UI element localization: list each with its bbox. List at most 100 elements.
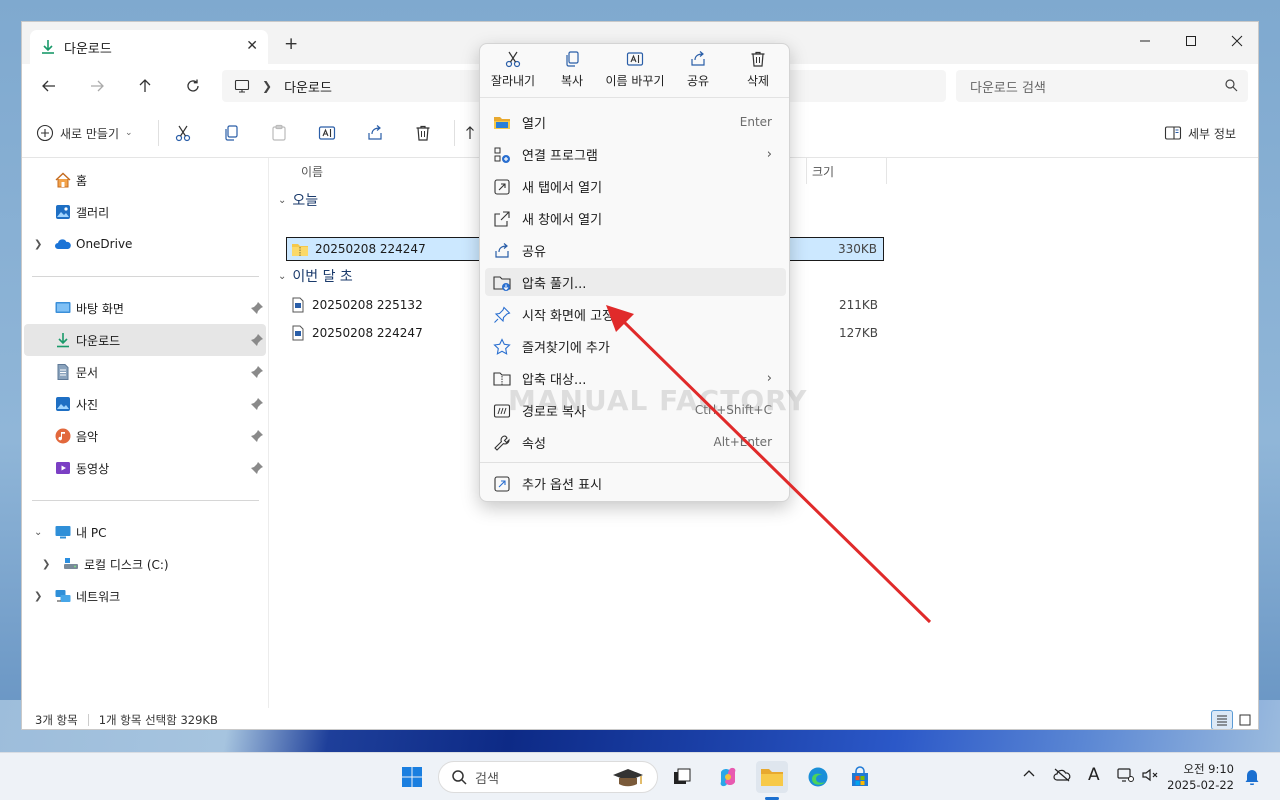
rename-button[interactable] (318, 120, 336, 146)
sidebar-item-documents[interactable]: 문서 (24, 356, 266, 388)
sidebar-item-desktop[interactable]: 바탕 화면 (24, 292, 266, 324)
menu-item-share[interactable]: 공유 (485, 236, 786, 264)
back-button[interactable] (34, 72, 64, 100)
copilot-button[interactable] (712, 761, 744, 793)
file-size: 330KB (837, 242, 877, 256)
network-status-icon[interactable] (1116, 767, 1134, 787)
maximize-button[interactable] (1168, 26, 1214, 56)
pin-icon[interactable] (250, 397, 264, 411)
forward-button[interactable] (82, 72, 112, 100)
tab-downloads[interactable]: 다운로드 ✕ (30, 30, 268, 64)
network-icon (55, 590, 71, 602)
delete-button[interactable]: 삭제 (728, 50, 788, 96)
pin-icon[interactable] (250, 429, 264, 443)
sidebar-item-gallery[interactable]: 갤러리 (24, 196, 266, 228)
menu-item-open-new-tab[interactable]: 새 탭에서 열기 (485, 172, 786, 200)
menu-item-label: 새 탭에서 열기 (522, 180, 603, 196)
chevron-right-icon[interactable]: ❯ (34, 591, 42, 602)
share-button[interactable] (366, 120, 384, 146)
tiles-view-button[interactable] (1234, 710, 1256, 729)
share-icon (691, 51, 705, 66)
copy-button[interactable]: 복사 (542, 50, 602, 96)
onedrive-offline-icon[interactable] (1053, 767, 1071, 787)
sidebar-item-videos[interactable]: 동영상 (24, 452, 266, 484)
menu-item-show-more-options[interactable]: 추가 옵션 표시 (485, 469, 786, 497)
store-icon (852, 766, 868, 786)
sidebar-item-music[interactable]: 음악 (24, 420, 266, 452)
close-window-button[interactable] (1214, 26, 1258, 56)
sidebar-item-downloads[interactable]: 다운로드 (24, 324, 266, 356)
file-explorer-taskbar-button[interactable] (756, 761, 788, 793)
music-icon (55, 428, 71, 444)
sidebar-item-this-pc[interactable]: ⌄ 내 PC (24, 516, 266, 548)
paste-icon (272, 124, 286, 141)
menu-item-properties[interactable]: 속성 Alt+Enter (485, 428, 786, 456)
folder-open-icon (494, 117, 510, 129)
refresh-button[interactable] (178, 72, 208, 100)
divider (32, 500, 259, 501)
pin-icon[interactable] (250, 365, 264, 379)
clock[interactable]: 오전 9:10 2025-02-22 (1167, 761, 1234, 793)
menu-item-copy-path[interactable]: 경로로 복사 Ctrl+Shift+C (485, 396, 786, 424)
up-button[interactable] (130, 72, 160, 100)
search-input[interactable]: 다운로드 검색 (956, 70, 1248, 102)
copy-button[interactable] (222, 120, 240, 146)
share-button[interactable]: 공유 (668, 50, 728, 96)
menu-item-pin-to-start[interactable]: 시작 화면에 고정 (485, 300, 786, 328)
chevron-up-icon[interactable] (1022, 767, 1036, 785)
breadcrumb[interactable]: 다운로드 (284, 77, 332, 96)
minimize-button[interactable] (1122, 26, 1168, 56)
menu-item-open-with[interactable]: 연결 프로그램 › (485, 140, 786, 168)
sidebar-item-onedrive[interactable]: ❯ OneDrive (24, 228, 266, 260)
store-button[interactable] (844, 761, 876, 793)
column-divider[interactable] (806, 158, 807, 184)
speaker-muted-icon[interactable] (1141, 767, 1159, 787)
edge-icon (808, 767, 828, 787)
ime-indicator[interactable]: A (1088, 765, 1100, 785)
start-button[interactable] (396, 761, 428, 793)
group-header-early-month[interactable]: ⌄ 이번 달 초 (278, 264, 353, 288)
chevron-right-icon[interactable]: ❯ (262, 79, 272, 93)
pc-icon (55, 526, 71, 539)
menu-item-open-new-window[interactable]: 새 창에서 열기 (485, 204, 786, 232)
cut-button[interactable] (174, 120, 192, 146)
open-with-icon (494, 147, 510, 163)
menu-item-extract-all[interactable]: 압축 풀기... (485, 268, 786, 296)
task-view-button[interactable] (666, 761, 698, 793)
pin-icon[interactable] (250, 461, 264, 475)
taskbar-search[interactable]: 검색 (438, 761, 658, 793)
pin-icon[interactable] (250, 301, 264, 315)
details-pane-button[interactable]: 세부 정보 (1164, 120, 1236, 146)
rename-button[interactable]: 이름 바꾸기 (605, 50, 665, 96)
notification-bell-icon[interactable] (1244, 767, 1260, 789)
delete-button[interactable] (414, 120, 432, 146)
menu-item-label: 공유 (522, 244, 546, 260)
edge-button[interactable] (802, 761, 834, 793)
sidebar-item-network[interactable]: ❯ 네트워크 (24, 580, 266, 612)
sidebar-item-home[interactable]: 홈 (24, 164, 266, 196)
tab-label: 다운로드 (64, 41, 112, 57)
status-bar: 3개 항목 1개 항목 선택함 329KB (22, 708, 1258, 729)
sidebar-item-local-disk[interactable]: ❯ 로컬 디스크 (C:) (32, 548, 274, 580)
details-view-button[interactable] (1211, 710, 1233, 729)
column-header-name[interactable]: 이름 (301, 158, 323, 184)
paste-button[interactable] (270, 120, 288, 146)
pin-icon (494, 306, 511, 323)
column-divider[interactable] (886, 158, 887, 184)
new-tab-button[interactable]: + (284, 34, 298, 54)
pin-icon[interactable] (250, 333, 264, 347)
cut-button[interactable]: 잘라내기 (483, 50, 543, 96)
chevron-down-icon[interactable]: ⌄ (34, 527, 42, 538)
new-button[interactable]: 새로 만들기 ⌄ (36, 120, 133, 146)
chevron-right-icon[interactable]: ❯ (34, 239, 42, 250)
trash-icon (751, 51, 765, 67)
column-header-size[interactable]: 크기 (812, 158, 834, 184)
chevron-right-icon[interactable]: ❯ (42, 559, 50, 570)
menu-item-compress-to[interactable]: 압축 대상... › (485, 364, 786, 392)
menu-item-open[interactable]: 열기 Enter (485, 108, 786, 136)
sidebar-item-pictures[interactable]: 사진 (24, 388, 266, 420)
menu-item-add-favorites[interactable]: 즐겨찾기에 추가 (485, 332, 786, 360)
group-header-today[interactable]: ⌄ 오늘 (278, 188, 318, 212)
menu-item-label: 새 창에서 열기 (522, 212, 603, 228)
close-tab-icon[interactable]: ✕ (246, 38, 258, 54)
